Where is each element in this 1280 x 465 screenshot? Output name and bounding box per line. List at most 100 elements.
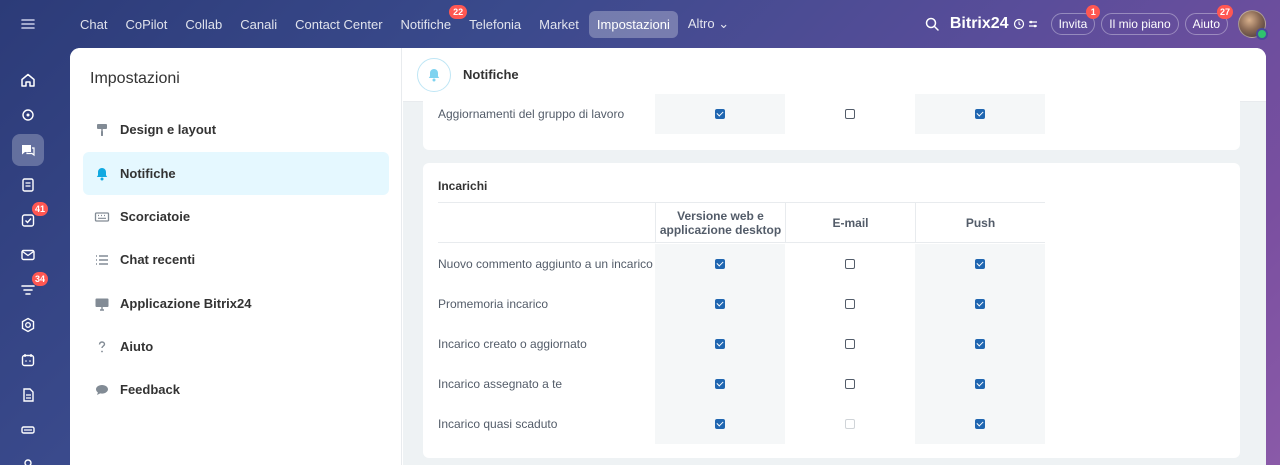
- nav-canali[interactable]: Canali: [232, 11, 285, 38]
- section-title: Incarichi: [438, 179, 488, 193]
- sidebar-title: Impostazioni: [90, 70, 180, 87]
- table-row: Incarico quasi scaduto: [438, 404, 1045, 444]
- web-cell: [655, 244, 785, 284]
- nav-copilot[interactable]: CoPilot: [117, 11, 175, 38]
- copilot-icon[interactable]: [12, 99, 44, 131]
- sidebar-item-label: Design e layout: [120, 122, 217, 137]
- settings-toggle-icon[interactable]: [1027, 18, 1039, 30]
- sidebar-item-feedback[interactable]: Feedback: [83, 368, 389, 411]
- nav-telefonia[interactable]: Telefonia: [461, 11, 529, 38]
- sidebar-item-label: Feedback: [120, 382, 180, 397]
- table-row: Incarico creato o aggiornato: [438, 324, 1045, 364]
- speech-bubble-icon: [93, 381, 111, 399]
- push-checkbox[interactable]: [975, 259, 985, 269]
- row-label: Nuovo commento aggiunto a un incarico: [438, 257, 653, 271]
- menu-icon[interactable]: [12, 8, 44, 40]
- nav-contact-center[interactable]: Contact Center: [287, 11, 390, 38]
- mail-icon[interactable]: [12, 239, 44, 271]
- row-label: Incarico quasi scaduto: [438, 417, 558, 431]
- online-status-icon: [1256, 28, 1268, 40]
- email-cell: [785, 364, 915, 404]
- sidebar-item-chat-recenti[interactable]: Chat recenti: [83, 238, 389, 281]
- nav-collab[interactable]: Collab: [177, 11, 230, 38]
- push-checkbox[interactable]: [975, 109, 985, 119]
- drive-icon[interactable]: [12, 414, 44, 446]
- document-icon[interactable]: [12, 379, 44, 411]
- push-cell: [915, 404, 1045, 444]
- question-icon: [93, 338, 111, 356]
- web-checkbox[interactable]: [715, 109, 725, 119]
- nav-market[interactable]: Market: [531, 11, 587, 38]
- sidebar-item-label: Chat recenti: [120, 252, 196, 267]
- email-checkbox[interactable]: [845, 259, 855, 269]
- clock-icon[interactable]: [1013, 18, 1025, 30]
- email-checkbox[interactable]: [845, 339, 855, 349]
- push-cell: [915, 94, 1045, 134]
- sidebar-item-aiuto[interactable]: Aiuto: [83, 325, 389, 368]
- header-blank: [438, 203, 655, 242]
- column-web: Versione web e applicazione desktop: [655, 203, 785, 242]
- hexagon-icon[interactable]: [12, 309, 44, 341]
- tasks-badge: 41: [31, 202, 48, 216]
- sidebar-item-notifiche[interactable]: Notifiche: [83, 152, 389, 195]
- bell-icon: [417, 57, 451, 92]
- web-checkbox[interactable]: [715, 419, 725, 429]
- web-checkbox[interactable]: [715, 379, 725, 389]
- nav-altro[interactable]: Altro ⌄: [680, 10, 737, 38]
- web-checkbox[interactable]: [715, 299, 725, 309]
- calendar-icon[interactable]: [12, 344, 44, 376]
- email-cell: [785, 94, 915, 134]
- group-icon[interactable]: [12, 449, 44, 465]
- invite-label: Invita: [1058, 17, 1088, 31]
- feed-icon[interactable]: [12, 169, 44, 201]
- push-checkbox[interactable]: [975, 419, 985, 429]
- avatar[interactable]: [1238, 10, 1268, 40]
- monitor-icon: [93, 295, 111, 313]
- invite-button[interactable]: Invita 1: [1050, 5, 1101, 35]
- sidebar-item-label: Notifiche: [120, 166, 176, 181]
- email-checkbox-disabled: [845, 419, 855, 429]
- nav-impostazioni[interactable]: Impostazioni: [588, 10, 678, 38]
- crm-funnel-icon[interactable]: 34: [12, 272, 48, 306]
- nav-chat[interactable]: Chat: [72, 11, 115, 38]
- row-label: Incarico creato o aggiornato: [438, 337, 587, 351]
- sidebar-item-design[interactable]: Design e layout: [83, 108, 389, 151]
- settings-sidebar: Impostazioni Design e layout Notifiche S…: [70, 48, 402, 465]
- help-badge: 27: [1216, 5, 1233, 19]
- sidebar-item-applicazione[interactable]: Applicazione Bitrix24: [83, 282, 389, 325]
- web-checkbox[interactable]: [715, 259, 725, 269]
- help-button[interactable]: Aiuto 27: [1184, 5, 1233, 35]
- settings-panel: Impostazioni Design e layout Notifiche S…: [70, 48, 1266, 465]
- nav-notifiche[interactable]: Notifiche 22: [393, 4, 468, 38]
- sidebar-item-label: Applicazione Bitrix24: [120, 296, 252, 311]
- email-cell: [785, 404, 915, 444]
- nav-notifiche-label: Notifiche: [400, 16, 452, 32]
- my-plan-button[interactable]: Il mio piano: [1101, 13, 1179, 35]
- workgroup-card: Aggiornamenti del gruppo di lavoro: [423, 94, 1240, 150]
- email-checkbox[interactable]: [845, 109, 855, 119]
- push-checkbox[interactable]: [975, 379, 985, 389]
- search-icon[interactable]: [924, 16, 940, 32]
- brand-logo[interactable]: Bitrix24: [950, 15, 1009, 33]
- row-label: Incarico assegnato a te: [438, 377, 563, 391]
- email-checkbox[interactable]: [845, 299, 855, 309]
- email-cell: [785, 244, 915, 284]
- push-cell: [915, 324, 1045, 364]
- web-cell: [655, 404, 785, 444]
- paint-roller-icon: [93, 121, 111, 139]
- keyboard-icon: [93, 208, 111, 226]
- chat-icon[interactable]: [12, 134, 44, 166]
- push-cell: [915, 364, 1045, 404]
- bell-icon: [93, 165, 111, 183]
- help-label: Aiuto: [1192, 17, 1220, 31]
- home-icon[interactable]: [12, 64, 44, 96]
- table-row: Nuovo commento aggiunto a un incarico: [438, 244, 1045, 284]
- table-row: Incarico assegnato a te: [438, 364, 1045, 404]
- push-checkbox[interactable]: [975, 339, 985, 349]
- email-checkbox[interactable]: [845, 379, 855, 389]
- web-checkbox[interactable]: [715, 339, 725, 349]
- table-row: Promemoria incarico: [438, 284, 1045, 324]
- push-checkbox[interactable]: [975, 299, 985, 309]
- tasks-icon[interactable]: 41: [12, 202, 48, 236]
- sidebar-item-scorciatoie[interactable]: Scorciatoie: [83, 195, 389, 238]
